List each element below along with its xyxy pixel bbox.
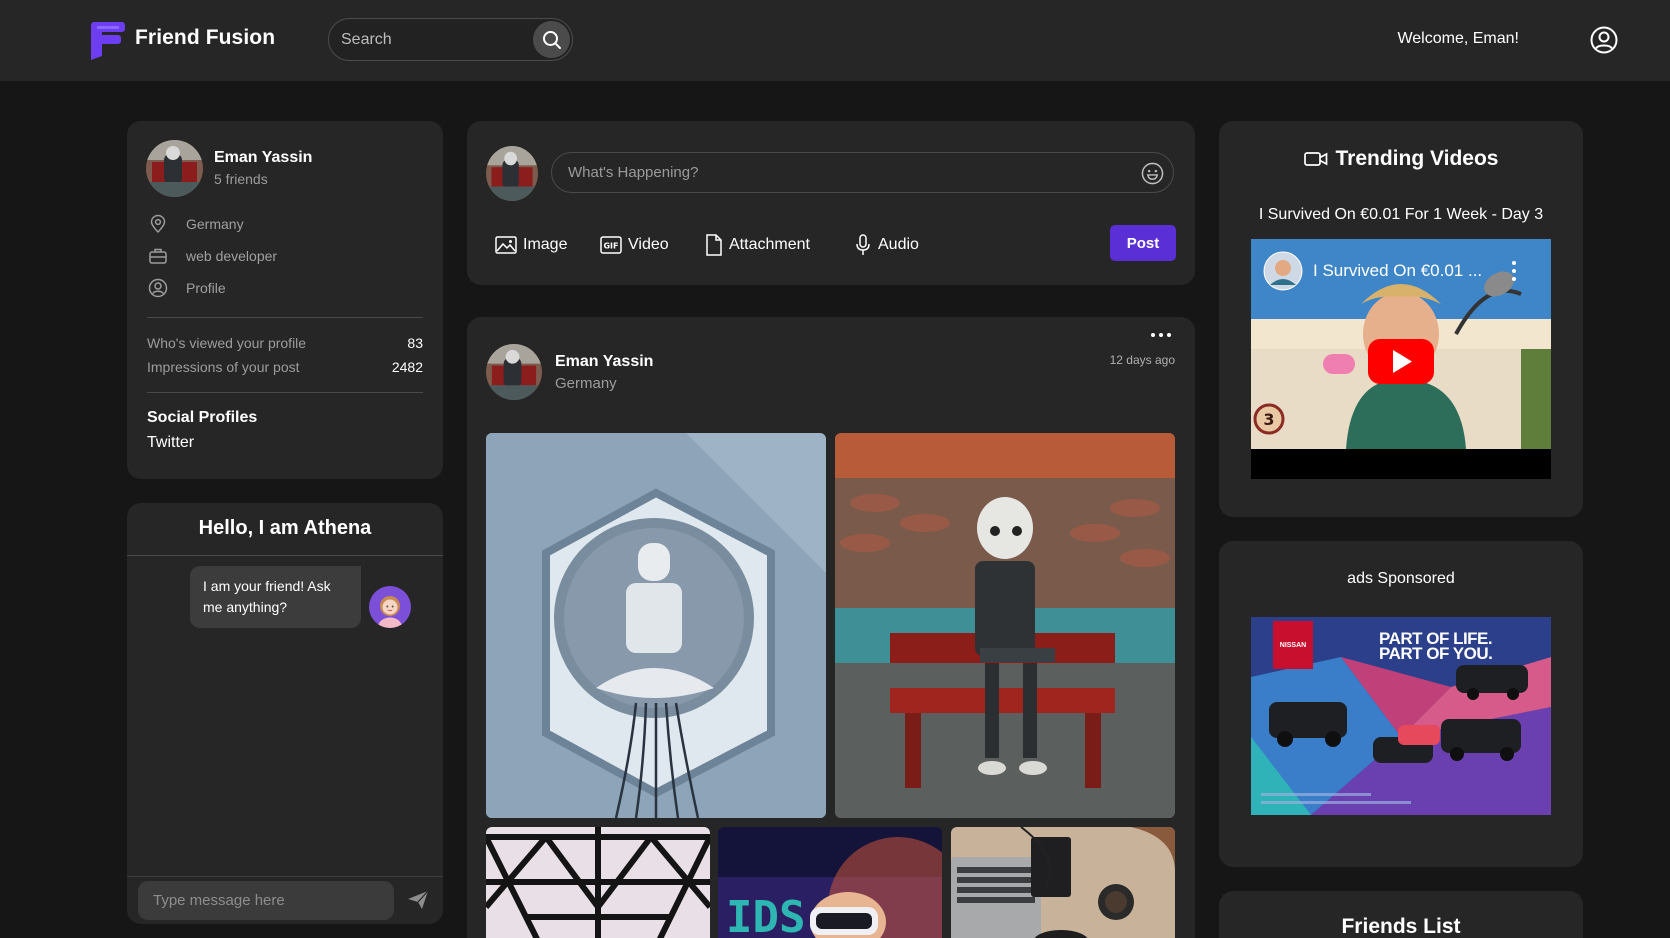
trending-title-text: Trending Videos [1335,147,1499,170]
sponsored-ad[interactable]: NISSAN PART OF LIFE. PART OF YOU. [1251,617,1551,815]
friends-list-card: Friends List [1219,891,1583,938]
stat-label: Impressions of your post [147,359,300,375]
friend-fusion-logo[interactable] [88,19,126,60]
file-icon [705,234,723,256]
emoji-icon[interactable] [1141,162,1164,185]
tool-audio[interactable]: Audio [854,233,919,257]
social-link-twitter[interactable]: Twitter [147,434,194,452]
tool-attachment-label: Attachment [729,236,810,253]
post-photo[interactable] [835,433,1175,818]
video-caption[interactable]: I Survived On €0.01 For 1 Week - Day 3 [1219,206,1583,224]
more-dot [1167,333,1171,337]
tool-video-label: Video [628,236,669,253]
profile-divider [147,392,423,393]
tool-image-label: Image [523,236,568,253]
svg-text:GIF: GIF [603,242,618,251]
profile-avatar[interactable] [146,140,203,197]
tool-audio-label: Audio [878,236,919,253]
chat-divider [127,555,443,556]
post-composer-card: Image GIF Video Attachment Audio Post [467,121,1195,285]
search-button[interactable] [533,21,570,58]
info-profile-link[interactable]: Profile [147,277,226,299]
composer-field [551,152,1174,193]
stat-value: 2482 [391,359,423,375]
youtube-video-player[interactable]: 3 I Survived On €0.01 ... [1251,239,1551,479]
briefcase-icon [147,245,169,267]
info-job: web developer [147,245,277,267]
chat-message-input[interactable] [138,881,394,920]
welcome-text: Welcome, Eman! [1397,30,1519,47]
trending-title: Trending Videos [1219,146,1583,172]
tool-image[interactable]: Image [495,233,567,257]
more-dot [1151,333,1155,337]
ads-card: ads Sponsored NISSAN PART OF LIFE. PART … [1219,541,1583,867]
composer-avatar[interactable] [486,146,538,201]
post-author-name[interactable]: Eman Yassin [555,353,653,371]
brand-name[interactable]: Friend Fusion [135,26,275,50]
stat-profile-views: Who's viewed your profile 83 [147,333,423,353]
profile-icon [147,277,169,299]
ad-headline: PART OF LIFE. PART OF YOU. [1379,630,1493,663]
post-options-button[interactable] [1151,330,1171,340]
user-account-icon[interactable] [1590,26,1618,54]
info-job-text: web developer [186,248,278,264]
profile-divider [147,317,423,318]
stat-impressions: Impressions of your post 2482 [147,357,423,377]
gif-icon: GIF [600,236,622,254]
stat-label: Who's viewed your profile [147,335,307,351]
more-dot [1159,333,1163,337]
post-photo[interactable]: IDS [718,827,942,938]
search-input[interactable] [341,19,526,60]
post-photo[interactable] [951,827,1175,938]
bot-avatar [369,586,411,628]
location-icon [147,213,169,235]
ads-title: ads Sponsored [1347,570,1455,587]
microphone-icon [854,234,872,256]
search-icon [542,30,561,49]
whats-happening-input[interactable] [568,153,1128,192]
ad-brand-logo: NISSAN [1273,621,1313,669]
post-timestamp: 12 days ago [1109,353,1175,367]
chatbot-card: Hello, I am Athena I am your friend! Ask… [127,503,443,924]
tool-video[interactable]: GIF Video [600,233,669,257]
video-camera-icon [1303,152,1327,166]
friends-count: 5 friends [214,171,268,187]
send-icon[interactable] [407,890,429,910]
post-author-avatar[interactable] [486,344,542,400]
chat-input-divider [127,876,443,877]
trending-videos-card: Trending Videos I Survived On €0.01 For … [1219,121,1583,517]
video-episode-badge: 3 [1263,410,1274,429]
tool-attachment[interactable]: Attachment [705,233,810,257]
stat-value: 83 [407,335,423,351]
chatbot-title: Hello, I am Athena [198,517,372,539]
info-location: Germany [147,213,244,235]
top-navbar: Friend Fusion Welcome, Eman! [0,0,1670,81]
info-location-text: Germany [186,216,244,232]
info-profile-text: Profile [186,280,226,296]
search-bar [328,18,573,61]
post-photo[interactable] [486,827,710,938]
ad-headline-line: PART OF YOU. [1379,644,1493,663]
feed-post-card: Eman Yassin Germany 12 days ago IDS [467,317,1195,938]
profile-card: Eman Yassin 5 friends Germany web develo… [127,121,443,479]
post-button[interactable]: Post [1110,225,1176,261]
friends-list-title: Friends List [1341,915,1461,938]
image-icon [495,236,517,254]
social-profiles-heading: Social Profiles [147,409,258,426]
video-overlay-title: I Survived On €0.01 ... [1313,261,1483,280]
svg-text:IDS: IDS [726,892,805,938]
post-location: Germany [555,375,617,392]
post-photo[interactable] [486,433,826,818]
profile-name[interactable]: Eman Yassin [214,149,312,167]
chat-message-bubble: I am your friend! Ask me anything? [190,566,361,628]
